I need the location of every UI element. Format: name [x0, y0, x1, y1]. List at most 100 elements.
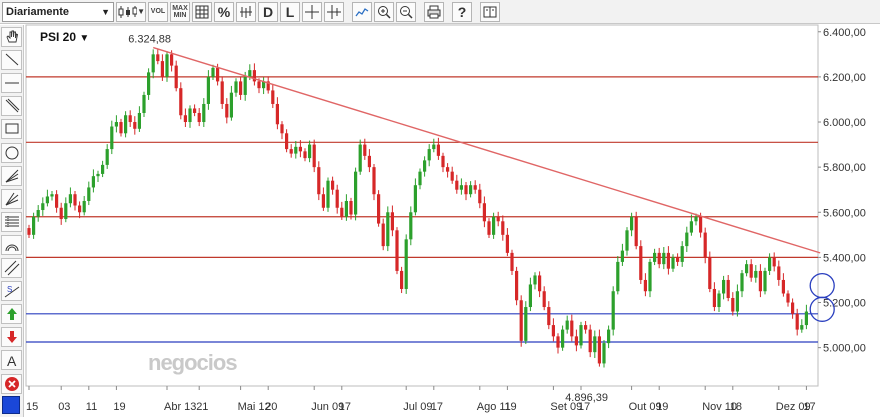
candle-body: [731, 298, 735, 312]
candle-body: [55, 194, 59, 208]
candle-body: [538, 275, 542, 292]
candle-body: [193, 108, 197, 113]
candle-body: [275, 103, 279, 125]
candle-body: [381, 223, 385, 247]
x-tick-label: 21: [196, 401, 208, 413]
candle-body: [478, 189, 482, 204]
candle-body: [556, 336, 560, 348]
candle-body: [418, 171, 422, 186]
candle-body: [482, 203, 486, 222]
candle-body: [800, 325, 804, 330]
candle-body: [395, 230, 399, 271]
candle-body: [413, 185, 417, 213]
candle-body: [630, 216, 634, 231]
candle-body: [455, 180, 459, 190]
candle-body: [45, 196, 49, 204]
candle-body: [579, 325, 583, 346]
candle-body: [528, 284, 532, 308]
candle-body: [160, 61, 164, 77]
candle-body: [87, 187, 91, 201]
candle-body: [147, 72, 151, 95]
candle-body: [662, 252, 666, 265]
candle-body: [377, 194, 381, 224]
candle-body: [804, 311, 808, 326]
candle-body: [409, 212, 413, 240]
candle-body: [331, 180, 335, 190]
candle-body: [676, 257, 680, 262]
candle-body: [584, 325, 588, 330]
x-tick-label: 11: [86, 401, 97, 413]
candle-body: [197, 112, 201, 123]
color-swatch[interactable]: [2, 396, 20, 414]
candle-body: [225, 103, 229, 118]
candle-body: [473, 185, 477, 190]
candle-body: [110, 126, 114, 150]
candle-body: [533, 275, 537, 285]
candle-body: [602, 343, 606, 364]
candle-body: [441, 155, 445, 168]
candle-body: [404, 239, 408, 289]
candle-body: [565, 320, 569, 330]
candle-body: [427, 149, 431, 161]
candle-body: [202, 103, 206, 123]
candle-body: [349, 200, 353, 215]
candle-body: [367, 155, 371, 168]
candle-body: [137, 112, 141, 129]
candle-body: [354, 171, 358, 215]
candle-body: [50, 194, 54, 197]
candle-body: [492, 216, 496, 235]
x-tick-label: 19: [504, 401, 516, 413]
x-tick-label: 17: [431, 401, 443, 413]
candle-body: [791, 302, 795, 314]
candle-body: [436, 144, 440, 156]
x-tick-label: 20: [265, 401, 277, 413]
candle-body: [344, 200, 348, 217]
candle-body: [151, 54, 155, 73]
candle-body: [64, 203, 68, 220]
candle-body: [179, 88, 183, 116]
candle-body: [105, 149, 109, 165]
candle-body: [501, 221, 505, 235]
candle-body: [768, 257, 772, 271]
candle-body: [73, 194, 77, 206]
candle-body: [689, 221, 693, 233]
candle-body: [597, 336, 601, 364]
candle-body: [114, 122, 118, 127]
candle-body: [459, 185, 463, 190]
candle-body: [78, 205, 82, 213]
candle-body: [133, 122, 137, 129]
candle-body: [781, 279, 785, 294]
candle-body: [607, 329, 611, 344]
candle-body: [82, 200, 86, 213]
candle-body: [648, 261, 652, 292]
candle-body: [657, 252, 661, 265]
candle-body: [542, 291, 546, 308]
candle-body: [726, 279, 730, 299]
x-tick-label: 03: [58, 401, 70, 413]
x-tick-label: Abr 13: [164, 401, 196, 413]
candle-body: [68, 194, 72, 204]
candle-body: [722, 279, 726, 294]
candle-body: [239, 81, 243, 95]
candle-body: [312, 144, 316, 168]
candle-body: [321, 194, 325, 208]
candle-body: [749, 264, 753, 278]
candle-body: [271, 90, 275, 104]
candle-body: [547, 307, 551, 326]
candle-body: [708, 257, 712, 289]
price-annotation: 4.896,39: [565, 392, 608, 404]
candle-body: [386, 212, 390, 247]
candle-body: [611, 291, 615, 330]
candle-body: [758, 270, 762, 292]
candle-body: [740, 273, 744, 292]
candle-body: [183, 115, 187, 123]
candle-body: [450, 171, 454, 181]
y-tick-label: 6.200,00: [823, 72, 866, 84]
symbol-selector[interactable]: PSI 20 ▼: [40, 30, 89, 44]
x-tick-label: 19: [113, 401, 125, 413]
price-chart[interactable]: 5.000,005.200,005.400,005.600,005.800,00…: [0, 0, 880, 417]
candle-body: [206, 76, 210, 104]
candle-body: [335, 189, 339, 208]
candle-body: [712, 288, 716, 308]
candle-body: [285, 133, 289, 150]
